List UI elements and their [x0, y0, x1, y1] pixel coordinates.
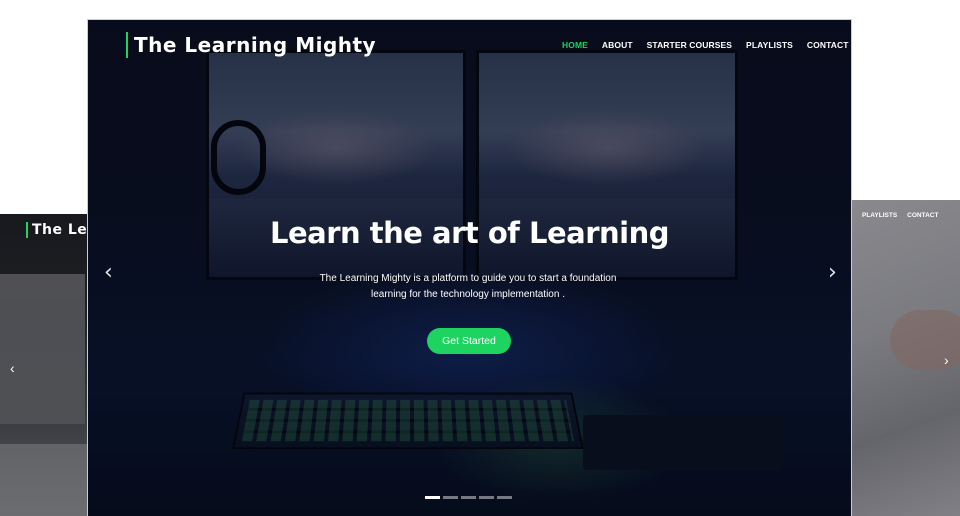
chevron-left-icon[interactable]: ‹: [104, 260, 113, 285]
mockup-nav-item: PLAYLISTS: [862, 212, 898, 219]
carousel-indicator[interactable]: [425, 496, 440, 499]
mockup-nav-item: CONTACT: [907, 212, 939, 219]
hero-carousel: The Learning Mighty HOME ABOUT STARTER C…: [88, 20, 851, 516]
carousel-indicator[interactable]: [443, 496, 458, 499]
carousel-indicator[interactable]: [461, 496, 476, 499]
chevron-left-icon: ‹: [10, 360, 15, 376]
carousel-indicator[interactable]: [497, 496, 512, 499]
nav-contact[interactable]: CONTACT: [807, 40, 849, 50]
hero-subtext: The Learning Mighty is a platform to gui…: [319, 273, 617, 300]
nav-starter-courses[interactable]: STARTER COURSES: [647, 40, 732, 50]
nav-home[interactable]: HOME: [562, 40, 588, 50]
carousel-indicator[interactable]: [479, 496, 494, 499]
site-logo[interactable]: The Learning Mighty: [126, 32, 376, 58]
background-slide-left: The Lea ‹: [0, 214, 100, 516]
mockup-nav: PLAYLISTS CONTACT: [850, 212, 960, 219]
chevron-right-icon: ›: [944, 352, 949, 368]
carousel-indicators: [425, 496, 512, 499]
nav-playlists[interactable]: PLAYLISTS: [746, 40, 793, 50]
mockup-brand-partial: The Lea: [26, 222, 97, 238]
nav-about[interactable]: ABOUT: [602, 40, 633, 50]
background-slide-right: PLAYLISTS CONTACT ›: [850, 200, 960, 516]
chevron-right-icon[interactable]: ›: [828, 260, 837, 285]
get-started-button[interactable]: Get Started: [427, 328, 511, 354]
hero-headline: Learn the art of Learning: [269, 216, 670, 250]
page: The Lea ‹ PLAYLISTS CONTACT › The Learni…: [0, 0, 960, 516]
main-nav: HOME ABOUT STARTER COURSES PLAYLISTS CON…: [562, 40, 851, 50]
